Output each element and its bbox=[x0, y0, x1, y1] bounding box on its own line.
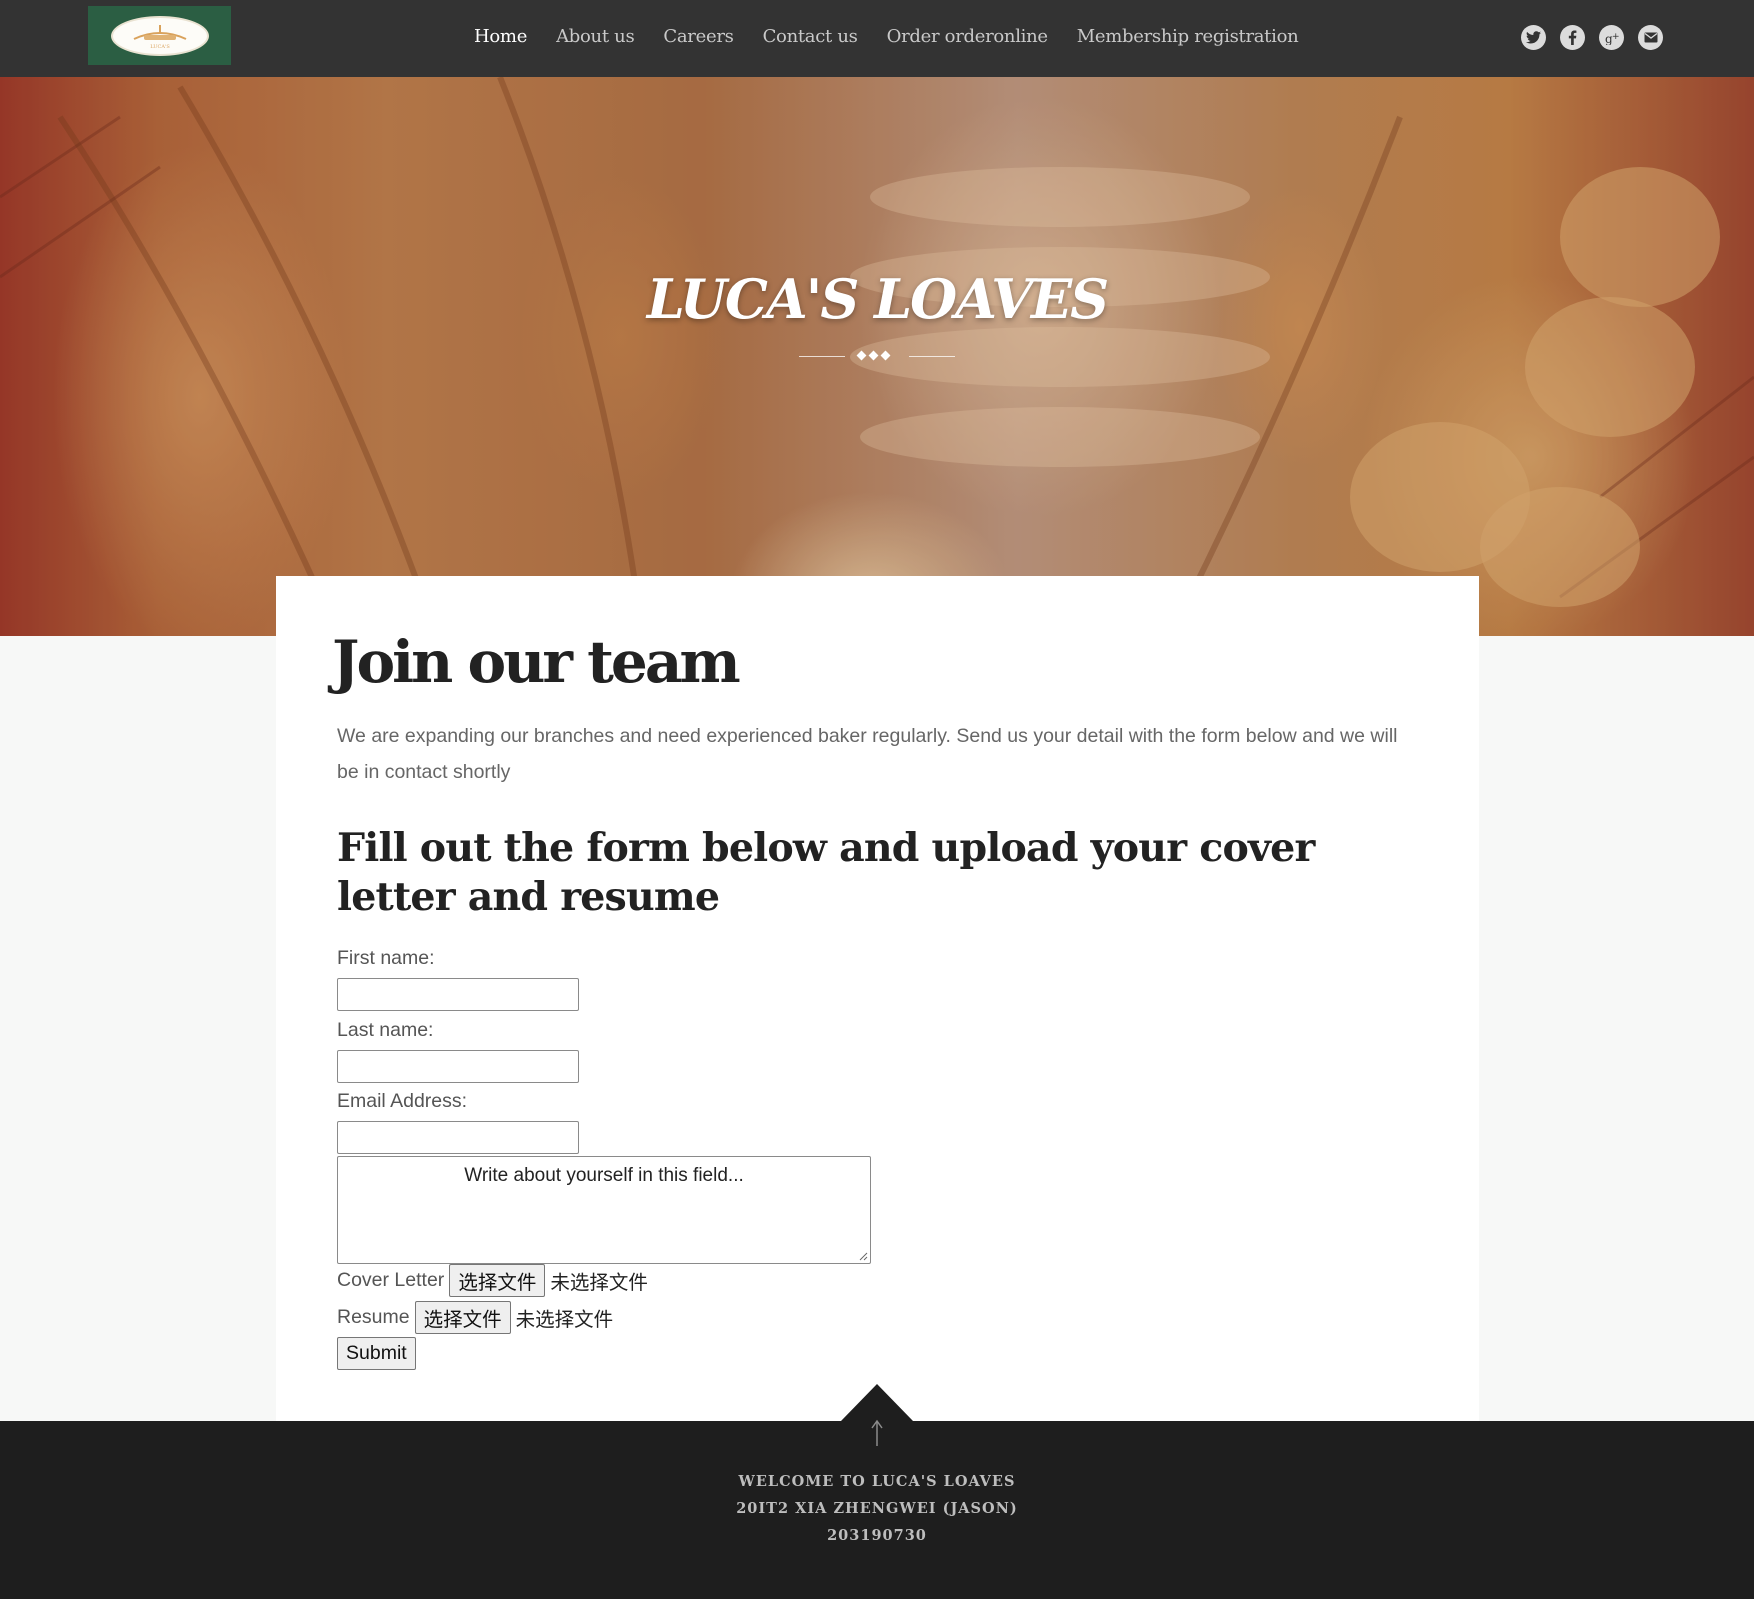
footer-author: 20IT2 XIA ZHENGWEI (JASON) bbox=[736, 1500, 1018, 1517]
resume-file-status: 未选择文件 bbox=[515, 1309, 614, 1331]
cover-letter-file-status: 未选择文件 bbox=[550, 1272, 648, 1294]
nav-about-us[interactable]: About us bbox=[556, 26, 635, 47]
nav-order-online[interactable]: Order orderonline bbox=[887, 26, 1048, 47]
first-name-input[interactable] bbox=[337, 978, 579, 1011]
page-title: Join our team bbox=[332, 628, 741, 696]
nav-membership-registration[interactable]: Membership registration bbox=[1077, 26, 1299, 47]
facebook-icon[interactable] bbox=[1560, 25, 1585, 50]
cover-letter-choose-file-button[interactable]: 选择文件 bbox=[449, 1264, 546, 1297]
form-heading: Fill out the form below and upload your … bbox=[337, 825, 1315, 920]
resume-choose-file-button[interactable]: 选择文件 bbox=[414, 1301, 511, 1334]
last-name-label: Last name: bbox=[337, 1019, 434, 1041]
first-name-label: First name: bbox=[337, 947, 435, 969]
main-content-card: Join our team We are expanding our branc… bbox=[276, 576, 1479, 1421]
footer-id: 203190730 bbox=[827, 1527, 927, 1544]
about-placeholder: Write about yourself in this field... bbox=[464, 1165, 744, 1186]
site-logo[interactable]: LUCA'S bbox=[88, 6, 231, 65]
nav-home[interactable]: Home bbox=[474, 26, 527, 47]
hero-title: LUCA'S LOAVES bbox=[646, 267, 1109, 331]
back-to-top-arrow-icon[interactable] bbox=[867, 1418, 887, 1448]
hero-banner: LUCA'S LOAVES bbox=[0, 77, 1754, 636]
email-label: Email Address: bbox=[337, 1090, 468, 1112]
resume-label: Resume bbox=[337, 1306, 410, 1328]
email-input[interactable] bbox=[337, 1121, 579, 1154]
last-name-input[interactable] bbox=[337, 1050, 579, 1083]
svg-text:LUCA'S: LUCA'S bbox=[150, 44, 170, 50]
twitter-icon[interactable] bbox=[1521, 25, 1546, 50]
bread-logo-icon: LUCA'S bbox=[133, 24, 186, 50]
cover-letter-label: Cover Letter bbox=[337, 1269, 445, 1291]
about-yourself-textarea[interactable]: Write about yourself in this field... bbox=[337, 1156, 871, 1264]
main-menu: Home About us Careers Contact us Order o… bbox=[474, 26, 1299, 47]
svg-text:+: + bbox=[1612, 32, 1620, 42]
nav-careers[interactable]: Careers bbox=[663, 26, 733, 47]
mail-icon[interactable] bbox=[1638, 25, 1663, 50]
social-links: g + bbox=[1521, 25, 1663, 50]
hero-divider bbox=[799, 350, 955, 362]
submit-button[interactable]: Submit bbox=[337, 1337, 416, 1370]
cover-letter-row: Cover Letter 选择文件 未选择文件 bbox=[337, 1264, 648, 1297]
intro-text: We are expanding our branches and need e… bbox=[337, 725, 1398, 783]
resize-handle-icon[interactable] bbox=[858, 1251, 868, 1261]
resume-row: Resume 选择文件 未选择文件 bbox=[337, 1301, 613, 1334]
footer-notch bbox=[841, 1384, 913, 1421]
top-navbar: LUCA'S Home About us Careers Contact us … bbox=[0, 0, 1754, 77]
footer-welcome: WELCOME TO LUCA'S LOAVES bbox=[738, 1473, 1016, 1490]
logo-badge: LUCA'S bbox=[110, 15, 209, 56]
nav-contact-us[interactable]: Contact us bbox=[763, 26, 858, 47]
google-plus-icon[interactable]: g + bbox=[1599, 25, 1624, 50]
